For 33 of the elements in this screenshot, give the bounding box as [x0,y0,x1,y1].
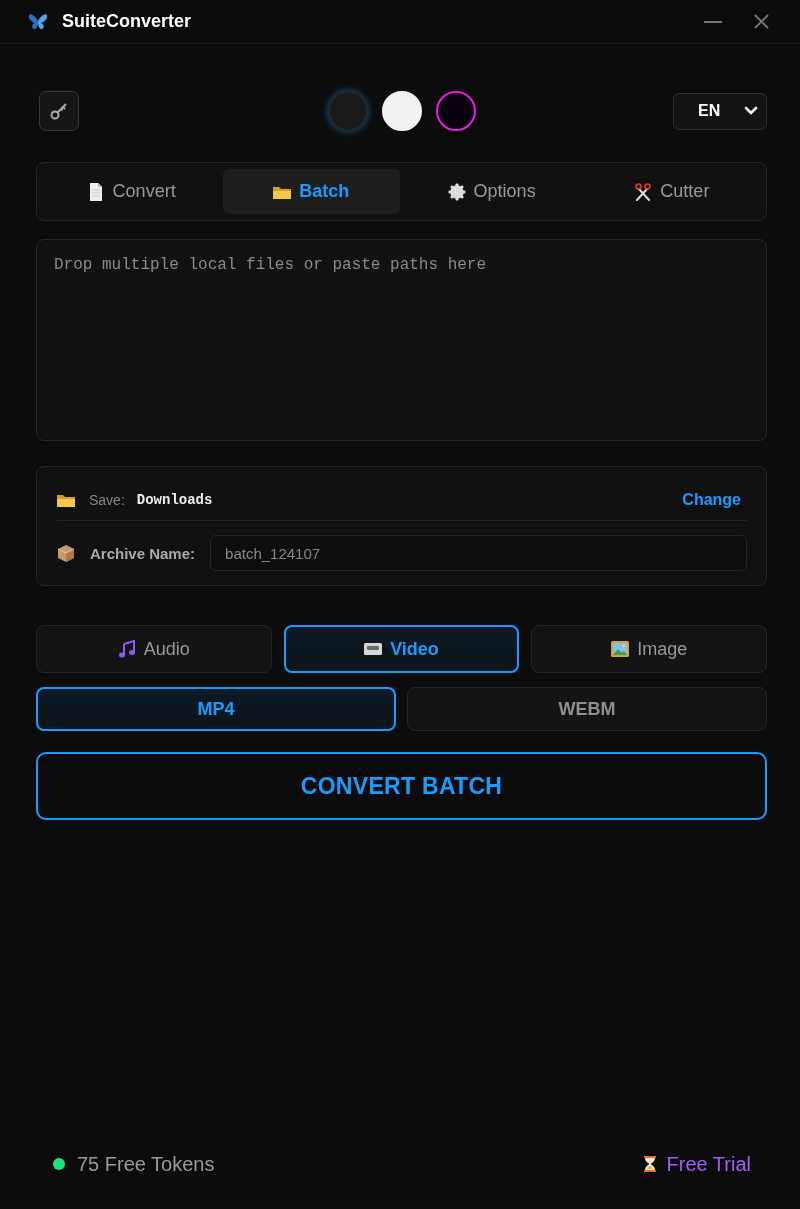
format-button[interactable]: MP4 [36,687,396,731]
butterfly-logo-icon [28,11,48,32]
tab[interactable]: Batch [223,169,400,214]
format-button[interactable]: WEBM [407,687,767,731]
picture-icon [611,640,630,658]
theme-swatch[interactable] [327,91,368,131]
key-icon [50,102,68,120]
save-folder-path: Downloads [136,491,214,508]
tokens-count: 75 Free Tokens [77,1152,215,1176]
category-button[interactable]: Audio [36,625,272,673]
change-link[interactable]: Change [682,490,747,509]
videotape-icon [364,640,383,658]
batch-input-field[interactable]: Drop multiple local files or paste paths here [36,239,767,441]
window-title: SuiteConverter [62,11,193,32]
language-select[interactable]: EN [673,92,767,130]
theme-swatch[interactable] [435,91,476,131]
free-trial-link[interactable]: Free Trial [640,1152,751,1176]
status-dot-icon [53,1158,65,1170]
music-note-icon [117,640,136,658]
scissors-icon [634,182,653,201]
tab[interactable]: Cutter [583,169,760,214]
box-icon [57,544,75,562]
gear-icon [447,182,466,201]
close-icon[interactable] [754,14,769,29]
tab[interactable]: Options [403,169,580,214]
archive-name-field[interactable]: batch_124107 [210,535,747,571]
save-label: Save: [89,491,125,508]
tab[interactable]: Convert [43,169,220,214]
category-button[interactable]: Video [283,625,520,673]
archive-name-label: Archive Name: [90,544,196,562]
category-button[interactable]: Image [531,625,767,673]
convert-batch-button[interactable]: CONVERT BATCH [36,752,767,820]
key-button[interactable] [39,91,79,131]
